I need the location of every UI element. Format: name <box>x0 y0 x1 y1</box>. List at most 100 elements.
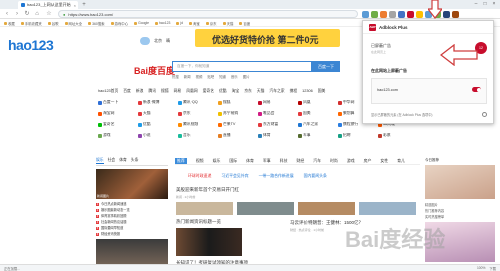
bookmark-item[interactable]: Google <box>134 21 149 25</box>
menu-icon[interactable] <box>452 10 459 18</box>
feed-tab[interactable]: 游戏 <box>347 158 355 164</box>
star-icon[interactable]: ☆ <box>45 10 53 18</box>
bookmark-item[interactable]: 收藏 <box>4 21 15 26</box>
news-thumbnail[interactable] <box>359 202 416 215</box>
site-link[interactable]: 唯品会 <box>258 111 298 122</box>
bookmark-item[interactable]: 手机收藏夹 <box>21 21 42 26</box>
feed-tab[interactable]: 财经 <box>296 158 304 164</box>
block-ads-toggle[interactable] <box>472 87 481 92</box>
show-blocked-link[interactable]: 显示已屏蔽的元素 (在 Adblock Plus 选项中) <box>371 112 432 117</box>
download-button[interactable]: 下载 <box>489 266 496 271</box>
site-link[interactable]: 游戏 <box>98 133 138 144</box>
extension-icon[interactable] <box>416 10 423 18</box>
search-button[interactable]: 百度一下 <box>312 61 340 72</box>
extension-icon[interactable] <box>389 10 396 18</box>
nav-link[interactable]: 腾讯 <box>148 89 156 95</box>
extension-icon[interactable] <box>371 10 378 18</box>
new-tab-button[interactable]: + <box>80 1 88 9</box>
site-link[interactable]: 凤凰 <box>298 100 338 111</box>
nav-link[interactable]: 搜狐 <box>161 89 169 95</box>
bookmark-item[interactable]: jd <box>176 21 183 25</box>
hotword-link[interactable]: 贴吧 <box>207 74 214 79</box>
nav-link[interactable]: 爱奇艺 <box>203 89 214 95</box>
feed-tab[interactable]: 娱乐 <box>213 158 221 164</box>
site-link[interactable]: 优酷 <box>138 122 178 133</box>
extension-icon[interactable] <box>380 10 387 18</box>
nav-link[interactable]: hao123首页 <box>98 89 118 95</box>
feed-tab[interactable]: 体育 <box>246 158 254 164</box>
bookmark-item[interactable]: 游戏中心 <box>111 21 129 26</box>
news-title-1[interactable]: 美股迎来新年首个交易日开门红 <box>176 187 239 193</box>
site-link[interactable]: 汽车之家 <box>298 122 338 133</box>
headline-link[interactable]: 国内要闻头条 <box>304 173 327 179</box>
feed-tab[interactable]: 军事 <box>263 158 271 164</box>
hotword-link[interactable]: 热搜 <box>172 74 179 79</box>
bookmark-item[interactable]: 网址大全 <box>65 21 83 26</box>
nav-link[interactable]: 天猫 <box>257 89 265 95</box>
nav-link[interactable]: 国美 <box>318 89 326 95</box>
hotword-link[interactable]: 视频 <box>196 74 203 79</box>
bookmark-item[interactable]: hao123 <box>155 21 170 25</box>
feed-tab[interactable]: 视频 <box>196 158 204 164</box>
extension-icon[interactable] <box>443 10 450 18</box>
bookmark-item[interactable]: 天猫 <box>223 21 234 26</box>
nav-link[interactable]: 百度 <box>123 89 131 95</box>
headline-link[interactable]: 一带一路合作新进展 <box>259 173 294 179</box>
extension-icon[interactable] <box>362 10 369 18</box>
back-icon[interactable]: ‹ <box>3 10 11 18</box>
site-link[interactable]: 芒果TV <box>218 122 258 133</box>
list-item[interactable]: 6 财经资讯快报 <box>96 231 168 237</box>
bookmark-item[interactable]: 360搜索 <box>88 21 104 26</box>
extension-icon[interactable] <box>398 10 405 18</box>
home-icon[interactable]: ⌂ <box>33 10 41 18</box>
news-thumbnail[interactable] <box>176 202 233 215</box>
bookmark-item[interactable]: 百度 <box>239 21 250 26</box>
site-link[interactable]: 淘宝网 <box>98 111 138 122</box>
headline-link[interactable]: 习近平会见外宾 <box>221 173 248 179</box>
hotword-link[interactable]: 知道 <box>219 74 226 79</box>
site-link[interactable]: 直播 <box>218 133 258 144</box>
refresh-icon[interactable]: ↻ <box>23 10 31 18</box>
left-tab[interactable]: 头条 <box>131 158 139 164</box>
feed-tab[interactable]: 女性 <box>380 158 388 164</box>
nav-link[interactable]: 12306 <box>302 89 313 95</box>
site-link[interactable]: 东方财富 <box>258 122 298 133</box>
feed-tab[interactable]: 科技 <box>280 158 288 164</box>
close-tab-icon[interactable]: × <box>74 3 76 8</box>
maximize-icon[interactable]: □ <box>481 0 489 9</box>
news-thumbnail[interactable] <box>237 202 294 215</box>
nav-link[interactable]: 新浪 <box>136 89 144 95</box>
site-link[interactable]: 腾讯视频 <box>178 122 218 133</box>
adblock-plus-icon[interactable] <box>407 10 414 18</box>
feed-tab[interactable]: 推荐 <box>175 158 187 164</box>
site-link[interactable]: 彩票 <box>378 133 418 144</box>
news-thumbnail-large[interactable] <box>176 228 242 256</box>
nav-link[interactable]: 携程 <box>290 89 298 95</box>
site-link[interactable]: 天猫 <box>138 111 178 122</box>
nav-link[interactable]: 淘宝 <box>232 89 240 95</box>
bookmark-item[interactable]: 京东 <box>206 21 217 26</box>
weather-widget[interactable]: 北京 晴 <box>140 33 195 49</box>
left-tab[interactable]: 体育 <box>119 158 127 164</box>
nav-link[interactable]: 优酷 <box>219 89 227 95</box>
search-input[interactable]: 百度一下，你就知道 <box>172 61 312 72</box>
headline-link[interactable]: 环球时政速递 <box>188 173 211 179</box>
nav-link[interactable]: 凤凰网 <box>186 89 197 95</box>
nav-link[interactable]: 京东 <box>244 89 252 95</box>
bookmark-item[interactable]: 谷歌 <box>48 21 59 26</box>
hao123-logo[interactable]: hao123 <box>8 37 54 53</box>
gear-icon[interactable] <box>482 112 487 117</box>
close-window-icon[interactable]: × <box>490 0 498 9</box>
right-list-item[interactable]: 实时热搜榜单 <box>425 214 495 220</box>
feed-tab[interactable]: 汽车 <box>313 158 321 164</box>
zoom-level[interactable]: 100% <box>477 266 485 271</box>
site-link[interactable]: 百度一下 <box>98 100 138 111</box>
site-link[interactable]: 国美 <box>298 111 338 122</box>
right-image[interactable] <box>425 165 495 199</box>
site-link[interactable]: 腾讯·QQ <box>178 100 218 111</box>
left-tab[interactable]: 娱乐 <box>96 158 104 164</box>
site-link[interactable]: 招聘 <box>338 133 378 144</box>
forward-icon[interactable]: › <box>13 10 21 18</box>
bookmark-item[interactable]: 淘宝 <box>189 21 200 26</box>
address-bar[interactable]: ● https://www.hao123.com/ <box>58 10 358 18</box>
